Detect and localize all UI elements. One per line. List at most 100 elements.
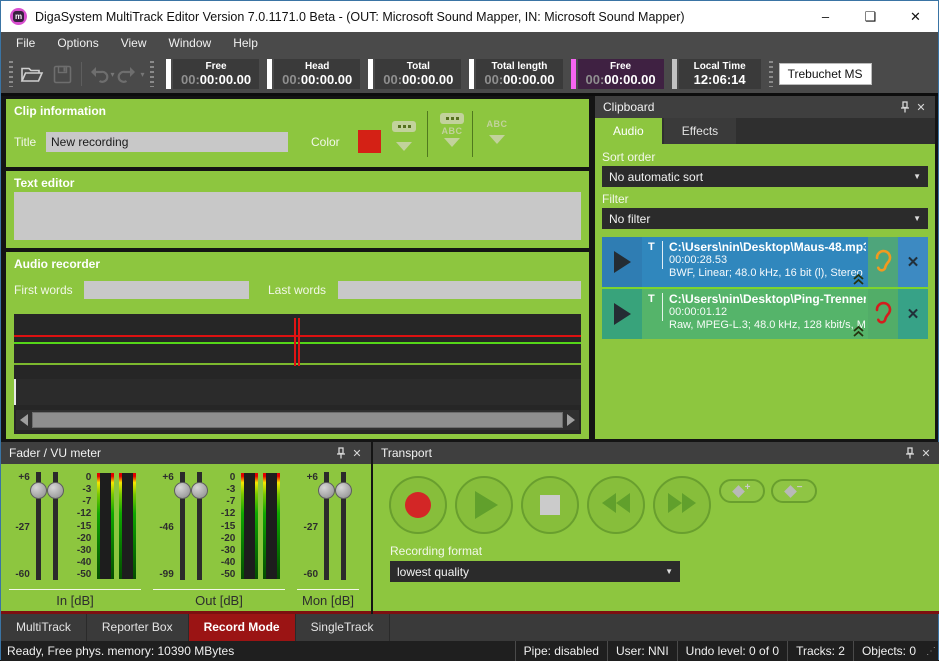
status-undo-level: Undo level: 0 of 0 xyxy=(677,641,787,661)
record-button[interactable] xyxy=(389,476,447,534)
fast-forward-button[interactable] xyxy=(653,476,711,534)
last-words-input[interactable] xyxy=(338,281,581,299)
font-selector[interactable]: Trebuchet MS xyxy=(779,63,872,85)
entry-info[interactable]: T C:\Users\nin\Desktop\Ping-Trenner.MP3 … xyxy=(642,289,868,339)
fader-knob[interactable] xyxy=(318,482,335,499)
clipboard-entry[interactable]: T C:\Users\nin\Desktop\Maus-48.mp3.wav 0… xyxy=(602,237,928,287)
close-panel-icon[interactable]: ✕ xyxy=(913,99,929,115)
tab-record-mode[interactable]: Record Mode xyxy=(189,614,296,641)
maximize-button[interactable]: ❑ xyxy=(848,1,893,32)
clip-title-input[interactable] xyxy=(46,132,288,152)
sort-order-select[interactable]: No automatic sort▼ xyxy=(602,166,928,187)
text-color-dropdown-button[interactable]: ABC xyxy=(479,119,515,144)
fader-slider[interactable] xyxy=(31,472,45,580)
fader-knob[interactable] xyxy=(335,482,352,499)
undo-button[interactable]: ▾ xyxy=(86,60,116,88)
tab-singletrack[interactable]: SingleTrack xyxy=(296,614,390,641)
display-color-bar xyxy=(267,59,272,89)
prelisten-button[interactable] xyxy=(868,237,898,287)
pin-icon[interactable] xyxy=(897,99,913,115)
display-color-bar xyxy=(166,59,171,89)
fader-knob[interactable] xyxy=(30,482,47,499)
recording-format-select[interactable]: lowest quality▼ xyxy=(390,561,680,582)
pin-icon[interactable] xyxy=(902,445,918,461)
playback-cursor[interactable] xyxy=(298,318,300,366)
display-color-bar xyxy=(469,59,474,89)
tab-effects[interactable]: Effects xyxy=(664,118,736,144)
clip-information-header: Clip information xyxy=(6,99,589,118)
tab-audio[interactable]: Audio xyxy=(595,118,662,144)
rewind-button[interactable] xyxy=(587,476,645,534)
fader-knob[interactable] xyxy=(191,482,208,499)
clip-information-panel: Clip information Title Color ABC ABC xyxy=(6,99,589,167)
marker-add-button[interactable]: + xyxy=(719,479,765,503)
color-swatch[interactable] xyxy=(358,130,381,153)
fader-knob[interactable] xyxy=(174,482,191,499)
overview-strip[interactable] xyxy=(14,379,581,405)
close-panel-icon[interactable]: ✕ xyxy=(918,445,934,461)
horizontal-scrollbar[interactable] xyxy=(16,410,579,430)
playback-cursor[interactable] xyxy=(294,318,296,366)
prelisten-button[interactable] xyxy=(868,289,898,339)
entry-info[interactable]: T C:\Users\nin\Desktop\Maus-48.mp3.wav 0… xyxy=(642,237,868,287)
scrollbar-thumb[interactable] xyxy=(32,412,563,428)
fader-knob[interactable] xyxy=(47,482,64,499)
fader-slider[interactable] xyxy=(336,472,350,580)
entry-play-button[interactable] xyxy=(602,289,642,339)
fader-slider[interactable] xyxy=(319,472,333,580)
time-display-free-purple: Free 00:00:00.00 xyxy=(571,59,664,89)
menu-view[interactable]: View xyxy=(110,32,158,55)
entry-play-button[interactable] xyxy=(602,237,642,287)
minimize-button[interactable]: – xyxy=(803,1,848,32)
clipboard-entry[interactable]: T C:\Users\nin\Desktop\Ping-Trenner.MP3 … xyxy=(602,289,928,339)
clipboard-header: Clipboard ✕ xyxy=(595,96,935,118)
close-button[interactable]: ✕ xyxy=(893,1,938,32)
tab-reporter-box[interactable]: Reporter Box xyxy=(87,614,189,641)
text-editor-area[interactable] xyxy=(14,192,581,240)
color-bar-icon xyxy=(440,113,464,124)
open-file-button[interactable] xyxy=(17,60,47,88)
fader-slider[interactable] xyxy=(48,472,62,580)
menu-window[interactable]: Window xyxy=(158,32,223,55)
toolbar-grip[interactable] xyxy=(150,61,154,87)
time-display-free: Free 00:00:00.00 xyxy=(166,59,259,89)
last-words-label: Last words xyxy=(268,283,326,297)
vu-meter xyxy=(263,473,280,579)
fader-slider[interactable] xyxy=(192,472,206,580)
play-button[interactable] xyxy=(455,476,513,534)
resize-grip[interactable]: ⋰ xyxy=(924,646,938,657)
tab-multitrack[interactable]: MultiTrack xyxy=(1,614,87,641)
fader-slider[interactable] xyxy=(175,472,189,580)
redo-dropdown-icon[interactable]: ▾ xyxy=(140,70,144,79)
undo-dropdown-icon[interactable]: ▾ xyxy=(110,70,114,79)
marker-remove-button[interactable]: − xyxy=(771,479,817,503)
collapse-chevron-icon[interactable] xyxy=(852,326,865,337)
collapse-chevron-icon[interactable] xyxy=(852,274,865,285)
ear-icon xyxy=(873,249,893,275)
close-panel-icon[interactable]: ✕ xyxy=(349,445,365,461)
color-bar-text-dropdown-button[interactable]: ABC xyxy=(434,113,470,147)
menu-file[interactable]: File xyxy=(5,32,46,55)
remove-entry-button[interactable]: ✕ xyxy=(898,289,928,339)
stop-button[interactable] xyxy=(521,476,579,534)
scroll-left-button[interactable] xyxy=(16,410,32,430)
divider xyxy=(662,241,663,269)
pin-icon[interactable] xyxy=(333,445,349,461)
audio-recorder-header: Audio recorder xyxy=(6,252,589,271)
toolbar-grip[interactable] xyxy=(769,61,773,87)
audio-recorder-panel: Audio recorder First words Last words xyxy=(6,252,589,439)
entry-path: C:\Users\nin\Desktop\Ping-Trenner.MP3 xyxy=(669,292,866,306)
menu-help[interactable]: Help xyxy=(222,32,269,55)
redo-button[interactable]: ▾ xyxy=(116,60,146,88)
filter-select[interactable]: No filter▼ xyxy=(602,208,928,229)
toolbar-grip[interactable] xyxy=(9,61,13,87)
menu-options[interactable]: Options xyxy=(46,32,109,55)
scroll-right-button[interactable] xyxy=(563,410,579,430)
dropdown-arrow-icon xyxy=(396,142,412,151)
color-bar-dropdown-button[interactable] xyxy=(386,121,422,151)
remove-entry-button[interactable]: ✕ xyxy=(898,237,928,287)
save-button[interactable] xyxy=(47,60,77,88)
first-words-input[interactable] xyxy=(84,281,249,299)
waveform-display[interactable] xyxy=(14,314,581,434)
range-labels: +6 -27 -60 xyxy=(297,472,319,580)
